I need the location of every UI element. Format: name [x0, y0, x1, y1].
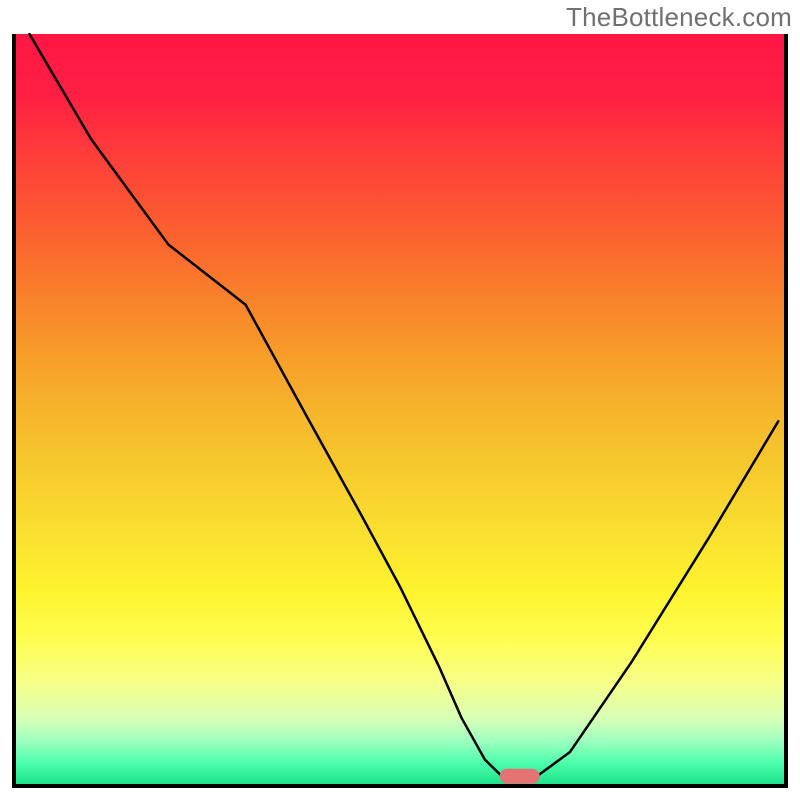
optimal-zone-marker	[500, 769, 540, 784]
bottleneck-chart	[0, 0, 800, 800]
gradient-background	[14, 34, 786, 786]
chart-container: TheBottleneck.com	[0, 0, 800, 800]
